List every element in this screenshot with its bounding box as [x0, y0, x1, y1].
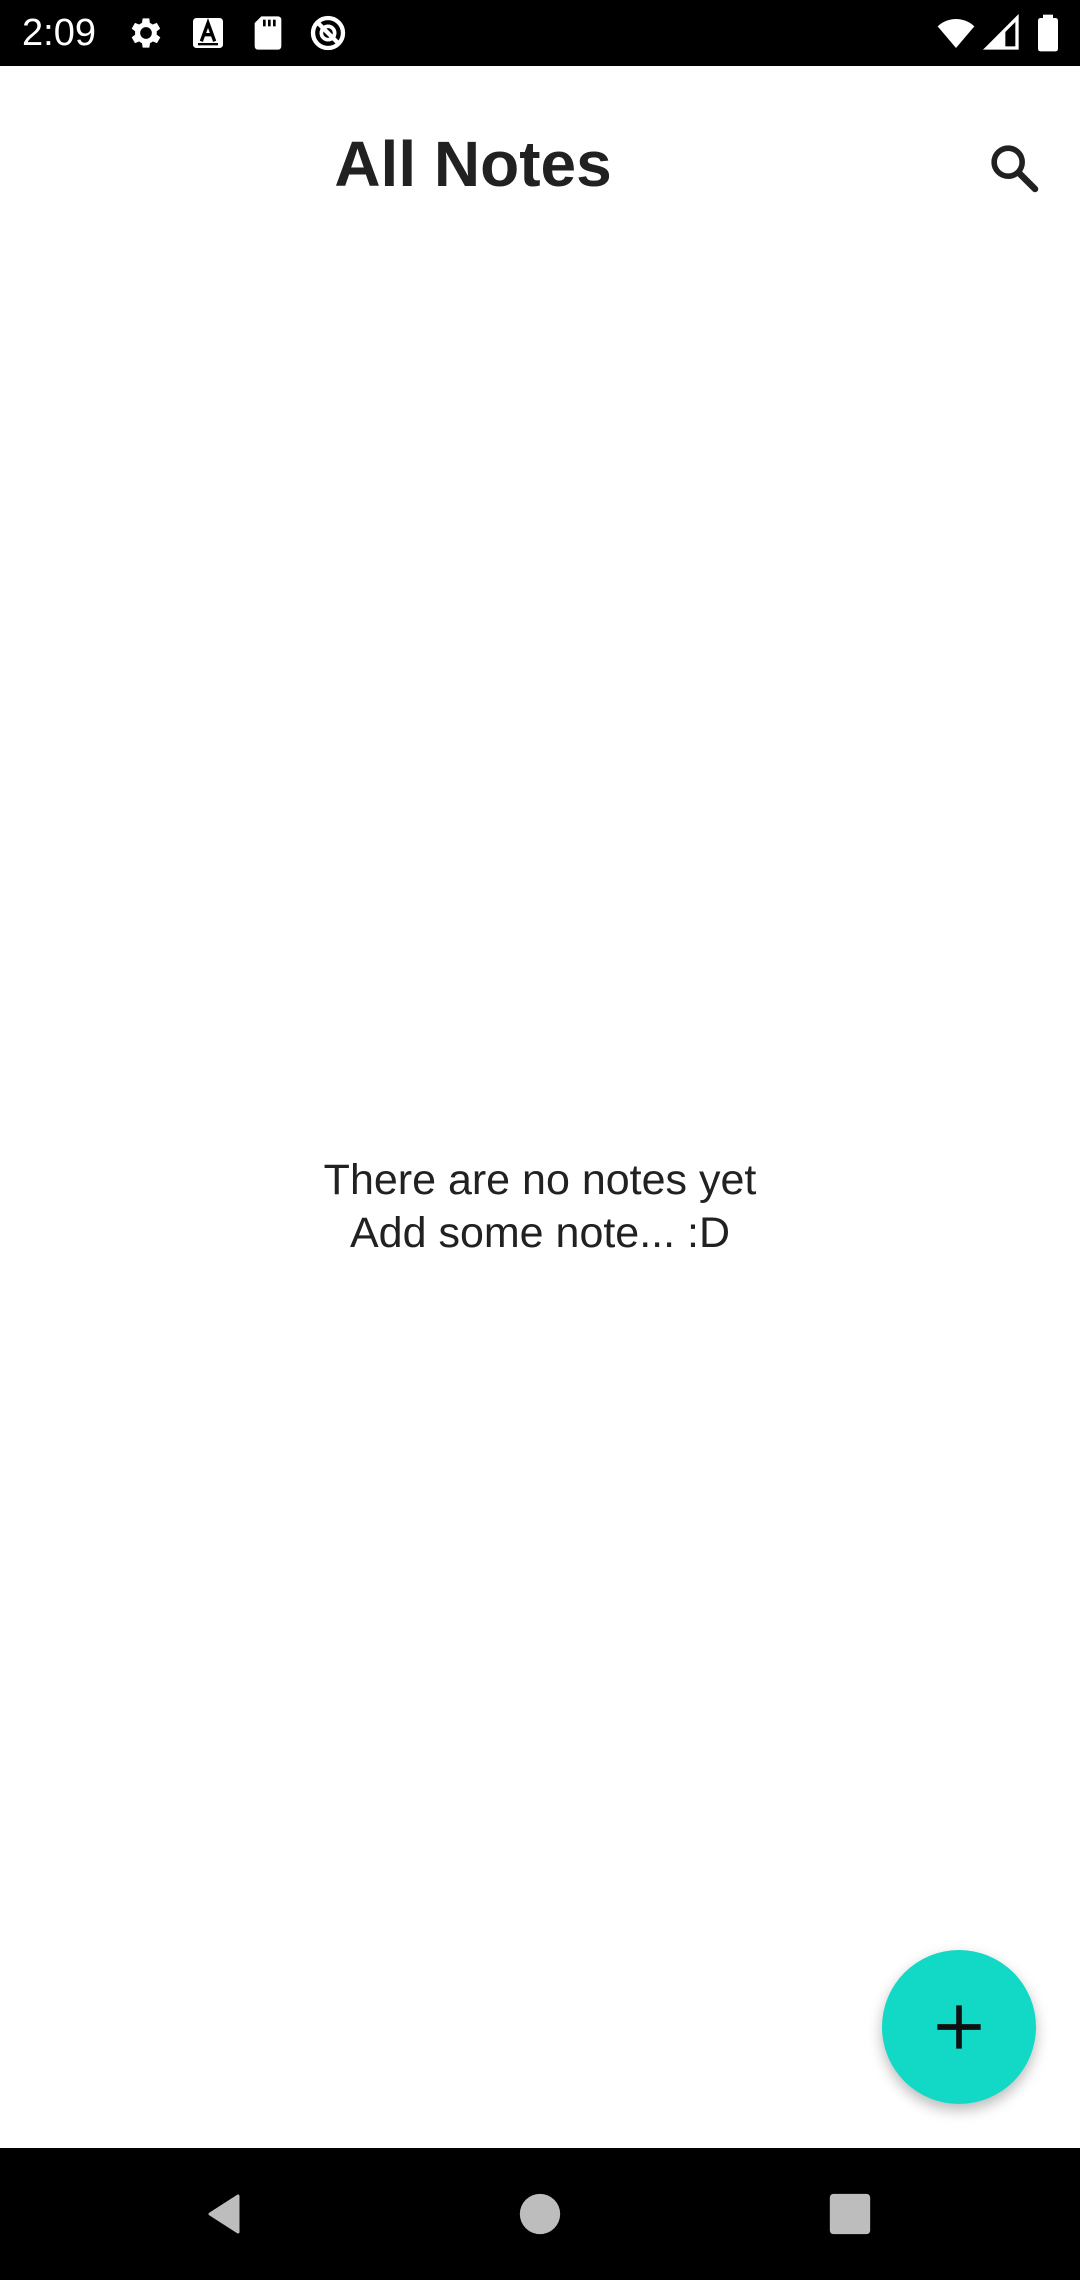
empty-state-line-1: There are no notes yet — [323, 1156, 757, 1204]
battery-icon — [1028, 13, 1068, 53]
search-button[interactable] — [972, 126, 1056, 210]
recents-icon — [829, 2193, 871, 2235]
back-button[interactable] — [186, 2174, 266, 2254]
add-note-button[interactable] — [882, 1950, 1036, 2104]
notes-screen: 2:09 All Notes There are no notes yet Ad… — [0, 0, 1080, 2280]
no-disturb-icon — [308, 13, 348, 53]
home-button[interactable] — [500, 2174, 580, 2254]
search-icon — [991, 145, 1039, 193]
sd-card-icon — [248, 13, 288, 53]
empty-state-message: There are no notes yet Add some note... … — [0, 1154, 1080, 1260]
empty-state-line-2: Add some note... :D — [349, 1209, 731, 1257]
font-a-icon — [188, 13, 228, 53]
wifi-icon — [936, 13, 976, 53]
plus-icon — [937, 2005, 981, 2049]
cell-signal-icon — [982, 13, 1022, 53]
status-bar: 2:09 — [0, 0, 1080, 66]
page-title: All Notes — [334, 128, 612, 200]
status-time: 2:09 — [22, 12, 96, 54]
home-icon — [519, 2193, 561, 2235]
recents-button[interactable] — [810, 2174, 890, 2254]
gear-icon — [126, 13, 166, 53]
back-icon — [208, 2194, 240, 2234]
navigation-bar — [0, 2148, 1080, 2280]
app-bar: All Notes — [0, 66, 1080, 236]
